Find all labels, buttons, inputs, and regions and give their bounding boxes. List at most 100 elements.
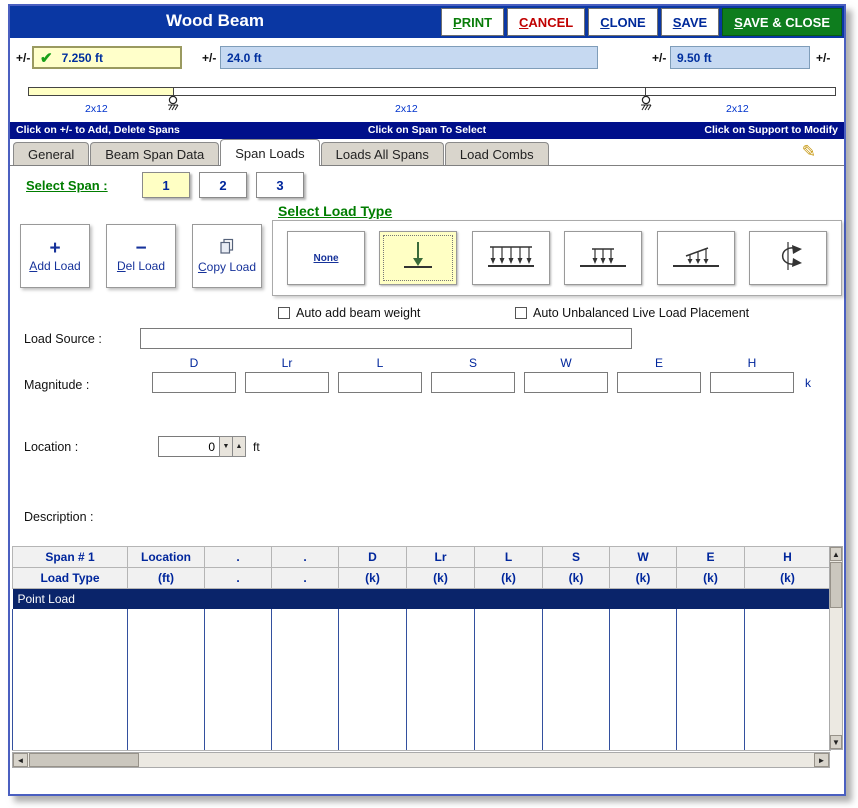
add-delete-span-control[interactable]: +/- — [202, 51, 216, 65]
location-input[interactable] — [158, 436, 220, 457]
span1-length-value: 7.250 ft — [61, 50, 103, 65]
auto-unbalanced-checkbox[interactable]: Auto Unbalanced Live Load Placement — [515, 306, 749, 320]
edit-pencil-icon[interactable]: ✎ — [802, 142, 816, 162]
wood-beam-window: Wood Beam ? PRINT CANCEL CLONE SAVE SAVE… — [8, 4, 846, 796]
spinner-up-button[interactable]: ▲ — [232, 436, 246, 457]
table-vscrollbar[interactable]: ▲ ▼ — [829, 546, 843, 750]
select-span-label: Select Span : — [26, 178, 108, 193]
span-button-3[interactable]: 3 — [256, 172, 304, 198]
del-load-button[interactable]: − Del Load — [106, 224, 176, 288]
table-header-cell: (k) — [676, 567, 745, 589]
hscroll-track[interactable] — [139, 753, 814, 767]
load-type-trapezoidal-button[interactable] — [656, 231, 735, 285]
loads-table: Span # 1 Location . . D Lr L S W E H Loa… — [12, 546, 831, 751]
span-button-2[interactable]: 2 — [199, 172, 247, 198]
magnitude-input-l[interactable] — [338, 372, 422, 393]
table-header-cell: . — [204, 546, 272, 568]
table-empty-cell — [204, 608, 272, 751]
load-type-moment-button[interactable] — [748, 231, 827, 285]
checkbox-icon — [515, 307, 527, 319]
window-title: Wood Beam — [166, 11, 264, 30]
column-header-e: E — [654, 356, 663, 370]
column-header-lr: Lr — [281, 356, 293, 370]
beam-segment-2[interactable] — [174, 88, 646, 95]
beam-segment-1[interactable] — [29, 88, 175, 95]
scroll-down-button[interactable]: ▼ — [830, 735, 842, 749]
span2-length-value: 24.0 ft — [227, 50, 262, 65]
scroll-left-button[interactable]: ◄ — [13, 753, 28, 767]
table-header-cell: . — [204, 567, 272, 589]
magnitude-input-e[interactable] — [617, 372, 701, 393]
table-header-cell: (k) — [744, 567, 831, 589]
add-load-button[interactable]: + Add Load — [20, 224, 90, 288]
save-button[interactable]: SAVE — [660, 8, 720, 36]
span3-length-value: 9.50 ft — [677, 50, 712, 65]
span2-length-field[interactable]: 24.0 ft — [220, 46, 598, 69]
support-icon[interactable] — [166, 95, 180, 115]
partial-udl-icon — [577, 239, 629, 278]
cancel-button[interactable]: CANCEL — [507, 8, 586, 36]
tab-beam-span-data[interactable]: Beam Span Data — [90, 142, 220, 165]
magnitude-input-lr[interactable] — [245, 372, 329, 393]
table-cell — [744, 588, 831, 609]
table-header-cell: Span # 1 — [12, 546, 128, 568]
save-and-close-button-label: SAVE & CLOSE — [734, 14, 830, 30]
beam-segment-3[interactable] — [645, 88, 835, 95]
load-type-full-udl-button[interactable] — [471, 231, 550, 285]
add-delete-span-control[interactable]: +/- — [16, 51, 30, 65]
span3-length-field[interactable]: 9.50 ft — [670, 46, 810, 69]
column-header-w: W — [560, 356, 572, 370]
load-type-point-button[interactable] — [379, 231, 458, 285]
tab-loads-all-spans[interactable]: Loads All Spans — [320, 142, 444, 165]
copy-load-button[interactable]: Copy Load — [192, 224, 262, 288]
support-icon[interactable] — [639, 95, 653, 115]
table-header-cell: Load Type — [12, 567, 128, 589]
none-label: None — [313, 252, 339, 264]
spinner-down-button[interactable]: ▼ — [219, 436, 233, 457]
magnitude-input-w[interactable] — [524, 372, 608, 393]
tab-general[interactable]: General — [13, 142, 90, 165]
vscroll-thumb[interactable] — [830, 562, 842, 608]
table-header-cell: S — [542, 546, 610, 568]
table-header-cell: (k) — [542, 567, 610, 589]
moment-icon — [762, 239, 814, 278]
vscroll-track[interactable] — [830, 609, 842, 735]
table-hscrollbar[interactable]: ◄ ► — [12, 752, 830, 768]
magnitude-input-s[interactable] — [431, 372, 515, 393]
magnitude-input-d[interactable] — [152, 372, 236, 393]
table-header-cell: (k) — [609, 567, 677, 589]
table-header-cell: Location — [127, 546, 205, 568]
span-button-1[interactable]: 1 — [142, 172, 190, 198]
load-source-input[interactable] — [140, 328, 632, 349]
span-buttons: 1 2 3 — [142, 172, 304, 198]
span1-length-field[interactable]: ✔ 7.250 ft — [32, 46, 182, 69]
table-empty-area — [12, 608, 831, 751]
load-action-buttons: + Add Load − Del Load Copy Load — [20, 224, 262, 288]
select-load-type-heading: Select Load Type — [278, 203, 393, 219]
table-cell — [271, 588, 339, 609]
table-empty-cell — [542, 608, 610, 751]
clone-button[interactable]: CLONE — [588, 8, 658, 36]
table-row-point-load[interactable]: Point Load — [12, 588, 831, 609]
beam-size-label: 2x12 — [726, 103, 749, 115]
add-delete-span-control[interactable]: +/- — [652, 51, 666, 65]
table-cell — [542, 588, 610, 609]
table-cell — [609, 588, 677, 609]
print-button[interactable]: PRINT — [441, 8, 505, 36]
auto-beam-weight-label: Auto add beam weight — [296, 306, 421, 320]
magnitude-input-h[interactable] — [710, 372, 794, 393]
scroll-up-button[interactable]: ▲ — [830, 547, 842, 561]
tab-span-loads[interactable]: Span Loads — [220, 139, 320, 166]
add-delete-span-control[interactable]: +/- — [816, 51, 830, 65]
auto-beam-weight-checkbox[interactable]: Auto add beam weight — [278, 306, 420, 320]
save-and-close-button[interactable]: SAVE & CLOSE — [722, 8, 842, 36]
load-type-partial-udl-button[interactable] — [564, 231, 643, 285]
table-header-row-1: Span # 1 Location . . D Lr L S W E H — [12, 546, 831, 568]
hscroll-thumb[interactable] — [29, 753, 139, 767]
cancel-button-label: CANCEL — [519, 14, 574, 30]
tab-load-combs[interactable]: Load Combs — [444, 142, 549, 165]
scroll-right-button[interactable]: ► — [814, 753, 829, 767]
copy-icon — [219, 238, 235, 259]
column-header-s: S — [468, 356, 477, 370]
load-type-none-button[interactable]: None — [287, 231, 365, 285]
